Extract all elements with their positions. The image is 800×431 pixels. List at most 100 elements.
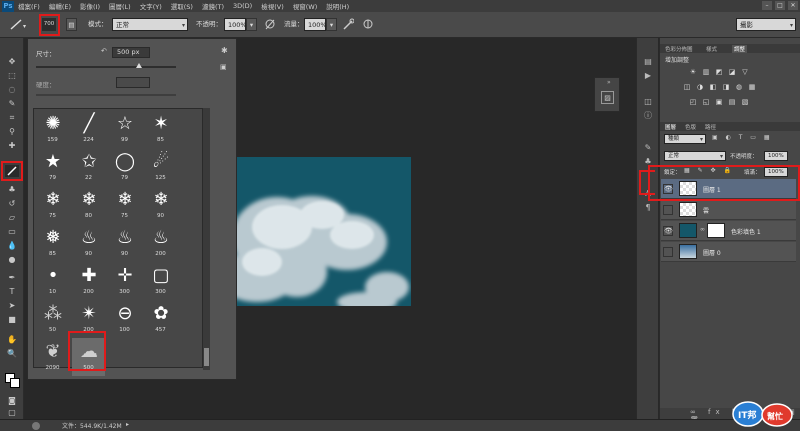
layer-filter-dropdown[interactable]: 種類 ▾ <box>664 134 706 144</box>
minimize-button[interactable]: – <box>762 1 772 10</box>
brush-preset-tile[interactable]: ☆ 99 <box>108 110 141 148</box>
size-input[interactable]: 500 px <box>112 47 150 58</box>
brush-preset-tile[interactable]: ◯ 79 <box>108 148 141 186</box>
history-brush-tool-icon[interactable]: ↺ <box>5 198 19 210</box>
blend-mode-dropdown[interactable]: 正常 ▾ <box>664 151 726 161</box>
brush-preset-tile[interactable]: ❄ 90 <box>144 186 177 224</box>
tab-histogram[interactable]: 色彩分佈圖 <box>665 45 693 53</box>
layer-row[interactable]: 圖層 0 <box>661 242 796 262</box>
menu-filter[interactable]: 濾鏡(T) <box>202 1 224 11</box>
layer-row[interactable]: 👁 ∞ 色彩填色 1 <box>661 221 796 241</box>
menu-type[interactable]: 文字(Y) <box>140 1 162 11</box>
menu-3d[interactable]: 3D(D) <box>233 2 252 10</box>
brush-preset-tile[interactable]: ✶ 85 <box>144 110 177 148</box>
menu-file[interactable]: 檔案(F) <box>18 1 40 11</box>
brush-preset-tile[interactable]: • 10 <box>36 262 69 300</box>
maximize-button[interactable]: □ <box>775 1 785 10</box>
collapse-arrow-icon[interactable]: » <box>607 79 611 86</box>
document-canvas[interactable] <box>237 157 411 306</box>
hardness-input[interactable] <box>116 77 150 88</box>
dodge-tool-icon[interactable]: ● <box>5 254 19 266</box>
visibility-eye-icon[interactable]: 👁 <box>663 226 673 236</box>
brush-panel-toggle-icon[interactable]: ▤ <box>66 18 77 31</box>
quick-select-tool-icon[interactable]: ✎ <box>5 98 19 110</box>
eraser-tool-icon[interactable]: ▱ <box>5 212 19 224</box>
status-zoom-icon[interactable] <box>32 422 40 430</box>
adjustment-icon[interactable]: ◫ <box>682 83 692 92</box>
history-icon[interactable]: ▤ <box>641 56 655 67</box>
brush-preset-tile[interactable]: ❄ 80 <box>72 186 105 224</box>
background-color-swatch[interactable] <box>10 378 20 388</box>
opacity-input[interactable]: 100% <box>224 18 247 31</box>
size-slider[interactable] <box>36 66 176 68</box>
adjustment-icon[interactable]: ◰ <box>688 98 698 107</box>
tab-channels[interactable]: 色版 <box>685 123 696 131</box>
marquee-tool-icon[interactable]: ⬚ <box>5 70 19 82</box>
brush-tool-preset-icon[interactable]: ▾ <box>6 18 28 31</box>
scrollbar-thumb[interactable] <box>204 348 209 366</box>
adjustment-icon[interactable]: ◑ <box>695 83 705 92</box>
brush-panel-icon[interactable]: ✎ <box>641 142 655 153</box>
panel-preset-icon[interactable]: ▨ <box>601 91 614 104</box>
layer-mask-thumbnail[interactable] <box>707 223 725 238</box>
shape-tool-icon[interactable]: ■ <box>5 314 19 326</box>
quick-mask-icon[interactable]: ◙ <box>5 395 19 407</box>
screen-mode-icon[interactable]: ▢ <box>5 407 19 419</box>
eyedropper-tool-icon[interactable]: ⚲ <box>5 126 19 138</box>
brush-preset-tile[interactable]: ★ 79 <box>36 148 69 186</box>
brush-preset-tile[interactable]: ⊖ 100 <box>108 300 141 338</box>
menu-image[interactable]: 影像(I) <box>80 1 100 11</box>
brush-preset-tile[interactable]: ▢ 300 <box>144 262 177 300</box>
hardness-slider[interactable] <box>36 94 176 96</box>
brush-preset-tile[interactable]: ❄ 75 <box>108 186 141 224</box>
adjustment-icon[interactable]: ▦ <box>747 83 757 92</box>
pressure-opacity-icon[interactable] <box>264 18 276 31</box>
layer-opacity-input[interactable]: 100% <box>764 151 788 161</box>
flow-input[interactable]: 100% <box>304 18 327 31</box>
menu-help[interactable]: 說明(H) <box>326 1 349 11</box>
menu-select[interactable]: 選取(S) <box>171 1 193 11</box>
visibility-eye-icon[interactable] <box>663 247 673 257</box>
info-icon[interactable]: ⓘ <box>641 110 655 121</box>
flow-slider-button[interactable]: ▾ <box>326 18 337 31</box>
adjustment-icon[interactable]: ◪ <box>727 68 737 77</box>
menu-edit[interactable]: 編輯(E) <box>49 1 71 11</box>
size-slider-handle[interactable] <box>136 63 142 68</box>
adjustment-icon[interactable]: ◩ <box>714 68 724 77</box>
lasso-tool-icon[interactable]: ◌ <box>5 84 19 96</box>
menu-window[interactable]: 視窗(W) <box>293 1 318 11</box>
hand-tool-icon[interactable]: ✋ <box>5 334 19 346</box>
close-button[interactable]: ✕ <box>788 1 798 10</box>
crop-tool-icon[interactable]: ⌗ <box>5 112 19 124</box>
tab-paths[interactable]: 路徑 <box>705 123 716 131</box>
brush-preset-tile[interactable]: ✺ 159 <box>36 110 69 148</box>
adjustment-icon[interactable]: ▽ <box>740 68 750 77</box>
move-tool-icon[interactable]: ✥ <box>5 56 19 68</box>
brush-preset-tile[interactable]: ⁂ 50 <box>36 300 69 338</box>
brush-preset-tile[interactable]: ✩ 22 <box>72 148 105 186</box>
tab-styles[interactable]: 樣式 <box>706 45 717 53</box>
tab-adjustments[interactable]: 調整 <box>732 45 748 53</box>
paragraph-icon[interactable]: ¶ <box>641 202 655 213</box>
layer-row[interactable]: 雲 <box>661 200 796 220</box>
workspace-dropdown[interactable]: 攝影 ▾ <box>736 18 796 31</box>
airbrush-icon[interactable] <box>342 18 355 31</box>
healing-tool-icon[interactable]: ✚ <box>5 140 19 152</box>
brush-preset-tile[interactable]: ♨ 200 <box>144 224 177 262</box>
gear-icon[interactable]: ✱ <box>221 46 231 56</box>
tab-layers[interactable]: 圖層 <box>665 123 676 131</box>
opacity-slider-button[interactable]: ▾ <box>246 18 257 31</box>
brush-preset-tile[interactable]: ❅ 85 <box>36 224 69 262</box>
new-preset-icon[interactable]: ▣ <box>220 63 232 73</box>
actions-icon[interactable]: ▶ <box>641 70 655 81</box>
brush-preset-tile[interactable]: ✚ 200 <box>72 262 105 300</box>
navigator-icon[interactable]: ◫ <box>641 96 655 107</box>
brush-preset-tile[interactable]: ╱ 224 <box>72 110 105 148</box>
path-select-tool-icon[interactable]: ➤ <box>5 300 19 312</box>
zoom-tool-icon[interactable]: 🔍 <box>5 348 19 360</box>
menu-view[interactable]: 檢視(V) <box>261 1 284 11</box>
adjustment-icon[interactable]: ▤ <box>727 98 737 107</box>
menu-layer[interactable]: 圖層(L) <box>109 1 131 11</box>
type-tool-icon[interactable]: T <box>5 286 19 298</box>
gradient-tool-icon[interactable]: ▭ <box>5 226 19 238</box>
